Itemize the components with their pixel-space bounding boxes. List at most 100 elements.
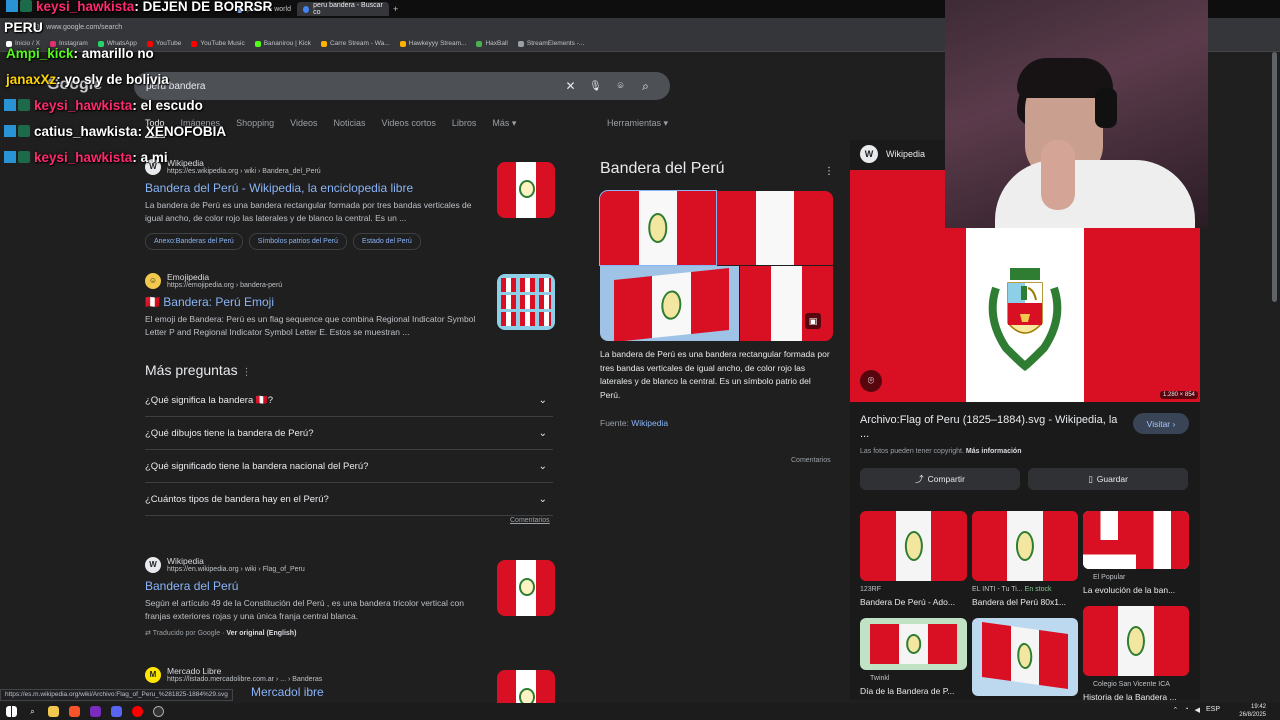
more-options-icon[interactable]: ⋮ bbox=[242, 367, 252, 378]
sitelink-chip[interactable]: Estado del Perú bbox=[352, 233, 421, 250]
gallery-icon[interactable]: ▣ bbox=[805, 313, 821, 329]
related-image[interactable] bbox=[972, 618, 1078, 696]
tab-shopping[interactable]: Shopping bbox=[236, 118, 274, 138]
view-original-link[interactable]: Ver original (English) bbox=[226, 630, 296, 637]
app-icon[interactable] bbox=[90, 706, 101, 717]
bookmark-item[interactable]: Bananirou | Kick bbox=[254, 40, 311, 47]
faq-item[interactable]: ¿Qué significado tiene la bandera nacion… bbox=[145, 450, 553, 483]
sub-badge-icon bbox=[20, 0, 32, 12]
related-image[interactable] bbox=[860, 618, 967, 670]
bookmark-label: YouTube Music bbox=[200, 40, 245, 47]
kp-image[interactable] bbox=[717, 191, 833, 265]
related-image[interactable] bbox=[860, 511, 967, 581]
result-thumbnail[interactable] bbox=[497, 162, 555, 218]
clear-icon[interactable]: ✕ bbox=[558, 79, 583, 93]
kp-feedback-link[interactable]: Comentarios bbox=[791, 457, 831, 464]
language-indicator[interactable]: ESP bbox=[1206, 706, 1220, 714]
faq-feedback-link[interactable]: Comentarios bbox=[510, 517, 550, 524]
related-image[interactable] bbox=[972, 511, 1078, 581]
bookmark-item[interactable]: Hawkeyyy Stream... bbox=[399, 40, 466, 47]
sitelink-chip[interactable]: Símbolos patrios del Perú bbox=[248, 233, 347, 250]
faq-item[interactable]: ¿Qué dibujos tiene la bandera de Perú? ⌄ bbox=[145, 417, 553, 450]
status-bar-url: https://es.m.wikipedia.org/wiki/Archivo:… bbox=[0, 689, 233, 701]
kp-image[interactable] bbox=[599, 190, 717, 266]
result-url[interactable]: https://en.wikipedia.org › wiki › Flag_o… bbox=[167, 566, 305, 573]
more-options-icon[interactable]: ⋮ bbox=[824, 166, 834, 177]
chat-username: janaxXz bbox=[6, 72, 57, 87]
tab-news[interactable]: Noticias bbox=[333, 118, 365, 138]
tab-short-videos[interactable]: Videos cortos bbox=[381, 118, 435, 138]
related-image[interactable] bbox=[1083, 511, 1189, 569]
tab-videos[interactable]: Videos bbox=[290, 118, 317, 138]
result-title[interactable]: Bandera del Perú bbox=[145, 579, 555, 593]
visit-button[interactable]: Visitar › bbox=[1133, 413, 1189, 434]
wikipedia-icon: W bbox=[860, 145, 878, 163]
tab-active[interactable]: peru bandera - Buscar co bbox=[296, 2, 389, 16]
system-tray[interactable]: ⌃ ◔ ◀ ESP bbox=[1172, 706, 1220, 714]
brave-icon[interactable] bbox=[69, 706, 80, 717]
result-thumbnail[interactable] bbox=[497, 560, 555, 616]
chat-message: PERU bbox=[4, 19, 43, 35]
bookmark-favicon-icon bbox=[517, 40, 524, 47]
page-scrollbar[interactable] bbox=[1272, 52, 1277, 302]
bookmark-item[interactable]: HaxBall bbox=[476, 40, 508, 47]
search-input[interactable]: peru bandera bbox=[146, 81, 558, 92]
result-url[interactable]: https://es.wikipedia.org › wiki › Bander… bbox=[167, 168, 321, 175]
translate-icon: ⇄ bbox=[145, 630, 151, 637]
tools-button[interactable]: Herramientas ▾ bbox=[607, 118, 668, 129]
chevron-up-icon[interactable]: ⌃ bbox=[1172, 706, 1178, 714]
discord-icon[interactable] bbox=[111, 706, 122, 717]
search-result: ☺ Emojipedia https://emojipedia.org › ba… bbox=[145, 272, 555, 352]
more-info-link[interactable]: Más información bbox=[966, 448, 1022, 455]
lens-icon[interactable]: ⌾ bbox=[608, 81, 633, 92]
result-url[interactable]: https://emojipedia.org › bandera-perú bbox=[167, 282, 282, 289]
related-name[interactable]: Bandera De Perú - Ado... bbox=[860, 597, 955, 607]
windows-start-icon[interactable] bbox=[6, 706, 17, 717]
related-name[interactable]: Bandera del Perú 80x1... bbox=[972, 597, 1066, 607]
share-button[interactable]: ⤴ Compartir bbox=[860, 468, 1020, 490]
clock[interactable]: 19:42 26/8/2025 bbox=[1239, 703, 1266, 719]
save-button[interactable]: ▯ Guardar bbox=[1028, 468, 1188, 490]
search-box[interactable]: peru bandera ✕ 🎙 ⌾ ⌕ bbox=[134, 72, 670, 100]
google-icon bbox=[302, 5, 310, 13]
related-name[interactable]: Historia de la Bandera ... bbox=[1083, 692, 1177, 702]
bookmark-item[interactable]: StreamElements -... bbox=[517, 40, 584, 47]
new-tab-button[interactable]: + bbox=[393, 4, 398, 14]
file-explorer-icon[interactable] bbox=[48, 706, 59, 717]
viewer-image[interactable] bbox=[850, 228, 1200, 402]
tab-more[interactable]: Más ▾ bbox=[492, 118, 516, 138]
bookmark-icon: ▯ bbox=[1088, 473, 1093, 484]
result-title[interactable]: Bandera del Perú - Wikipedia, la enciclo… bbox=[145, 181, 555, 195]
related-name[interactable]: Día de la Bandera de P... bbox=[860, 686, 954, 696]
result-title[interactable]: 🇵🇪 Bandera: Perú Emoji bbox=[145, 295, 555, 309]
result-url[interactable]: https://listado.mercadolibre.com.ar › ..… bbox=[167, 676, 322, 683]
bookmark-item[interactable]: Carre Stream - Wa... bbox=[320, 40, 390, 47]
related-name[interactable]: La evolución de la ban... bbox=[1083, 585, 1175, 595]
result-source: Emojipedia bbox=[167, 272, 210, 282]
faq-item[interactable]: ¿Qué significa la bandera 🇵🇪? ⌄ bbox=[145, 384, 553, 417]
knowledge-panel-source: Fuente: Wikipedia bbox=[600, 418, 669, 428]
result-thumbnail[interactable] bbox=[497, 274, 555, 330]
search-icon[interactable]: ⌕ bbox=[27, 706, 38, 717]
viewer-title[interactable]: Archivo:Flag of Peru (1825–1884).svg - W… bbox=[860, 413, 1125, 441]
related-image[interactable] bbox=[1083, 606, 1189, 676]
kp-image[interactable] bbox=[600, 266, 739, 341]
sub-badge-icon bbox=[18, 125, 30, 137]
network-icon[interactable]: ◔ bbox=[1184, 706, 1188, 714]
lens-search-icon[interactable]: ⌾ bbox=[860, 370, 882, 392]
tab-books[interactable]: Libros bbox=[452, 118, 477, 138]
kp-image[interactable]: ▣ bbox=[740, 266, 833, 341]
search-icon[interactable]: ⌕ bbox=[633, 79, 658, 94]
source-link[interactable]: Wikipedia bbox=[631, 418, 668, 428]
bookmark-item[interactable]: YouTube Music bbox=[191, 40, 245, 47]
result-thumbnail[interactable] bbox=[497, 670, 555, 703]
viewer-site[interactable]: Wikipedia bbox=[886, 149, 925, 159]
sitelink-chip[interactable]: Anexo:Banderas del Perú bbox=[145, 233, 243, 250]
faq-item[interactable]: ¿Cuántos tipos de bandera hay en el Perú… bbox=[145, 483, 553, 516]
youtube-icon[interactable] bbox=[132, 706, 143, 717]
viewer-image-top[interactable] bbox=[850, 170, 945, 228]
volume-icon[interactable]: ◀ bbox=[1195, 706, 1200, 714]
microphone-icon[interactable]: 🎙 bbox=[583, 81, 608, 92]
obs-icon[interactable] bbox=[153, 706, 164, 717]
chat-text: : amarillo no bbox=[73, 46, 154, 61]
